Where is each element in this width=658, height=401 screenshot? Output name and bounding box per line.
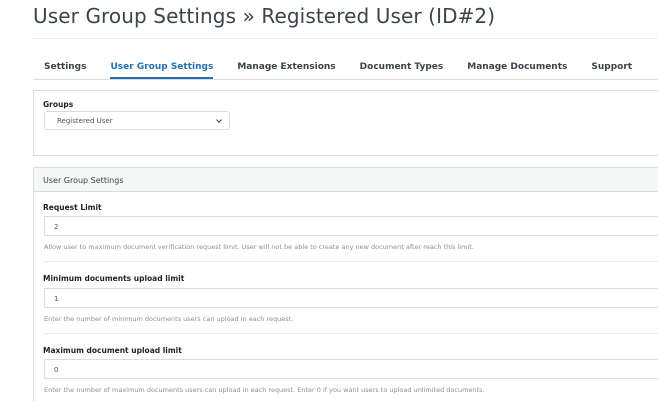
tab-document-types[interactable]: Document Types [360, 62, 444, 79]
groups-panel: Groups Registered User [33, 90, 658, 156]
tab-manage-documents[interactable]: Manage Documents [467, 62, 567, 79]
field-divider [44, 333, 658, 334]
tab-support[interactable]: Support [591, 62, 632, 79]
request-limit-label: Request Limit [43, 203, 102, 212]
tab-user-group-settings[interactable]: User Group Settings [110, 62, 214, 79]
maximum-upload-limit-input[interactable]: 0 [44, 359, 658, 379]
user-group-settings-panel: User Group Settings Request Limit 2 Allo… [33, 167, 658, 401]
maximum-upload-limit-label: Maximum document upload limit [43, 346, 182, 355]
groups-select-value: Registered User [57, 117, 113, 125]
minimum-upload-limit-input[interactable]: 1 [44, 288, 658, 308]
page-title: User Group Settings » Registered User (I… [33, 4, 496, 28]
field-divider [44, 261, 658, 262]
minimum-upload-limit-help: Enter the number of minimum documents us… [44, 315, 294, 323]
groups-select[interactable]: Registered User [44, 111, 230, 130]
request-limit-input[interactable]: 2 [44, 216, 658, 236]
groups-label: Groups [43, 100, 74, 109]
settings-panel-header: User Group Settings [34, 168, 658, 192]
maximum-upload-limit-help: Enter the number of maximum documents us… [44, 386, 485, 394]
tab-manage-extensions[interactable]: Manage Extensions [237, 62, 335, 79]
request-limit-help: Allow user to maximum document verificat… [44, 243, 474, 251]
title-divider [33, 38, 658, 39]
minimum-upload-limit-label: Minimum documents upload limit [43, 274, 185, 283]
tab-settings[interactable]: Settings [44, 62, 86, 79]
chevron-down-icon [216, 117, 222, 123]
tab-bar: Settings User Group Settings Manage Exte… [33, 55, 658, 80]
